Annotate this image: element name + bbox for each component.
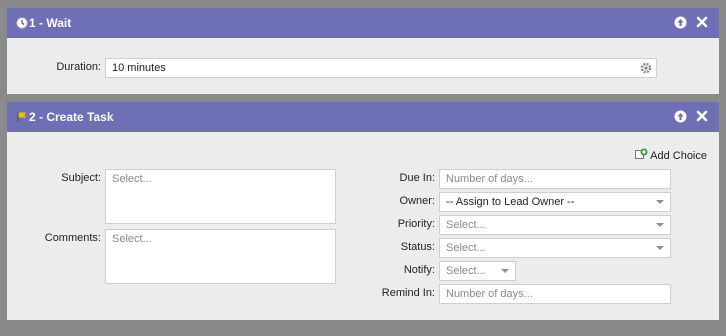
- create-task-panel-header[interactable]: 2 - Create Task: [7, 102, 719, 132]
- add-choice-icon: [635, 148, 648, 163]
- wait-panel-title: 1 - Wait: [29, 16, 72, 30]
- owner-value: -- Assign to Lead Owner --: [446, 196, 575, 208]
- clock-icon: [16, 17, 28, 29]
- priority-label: Priority:: [397, 218, 435, 230]
- close-icon[interactable]: [695, 15, 709, 29]
- owner-select[interactable]: -- Assign to Lead Owner --: [439, 192, 671, 212]
- subject-field[interactable]: Select...: [105, 169, 336, 224]
- status-label: Status:: [400, 241, 435, 253]
- flag-icon: [16, 111, 28, 123]
- comments-placeholder: Select...: [112, 233, 152, 245]
- notify-placeholder: Select...: [446, 265, 486, 277]
- status-placeholder: Select...: [446, 242, 486, 254]
- gear-icon[interactable]: [640, 62, 652, 74]
- close-icon[interactable]: [695, 109, 709, 123]
- notify-label: Notify:: [403, 264, 435, 276]
- add-choice-button[interactable]: Add Choice: [635, 148, 707, 163]
- chevron-down-icon: [656, 246, 664, 250]
- notify-select[interactable]: Select...: [439, 261, 516, 281]
- chevron-down-icon: [656, 200, 664, 204]
- create-task-panel: 2 - Create Task Add Choice Subject: Sele…: [7, 102, 719, 320]
- remind-in-label: Remind In:: [381, 287, 435, 299]
- wait-panel-header[interactable]: 1 - Wait: [7, 8, 719, 38]
- remind-in-input[interactable]: Number of days...: [439, 284, 671, 304]
- add-choice-label: Add Choice: [650, 149, 707, 162]
- wait-panel: 1 - Wait Duration: 10 minutes: [7, 8, 719, 94]
- priority-select[interactable]: Select...: [439, 215, 671, 235]
- due-in-label: Due In:: [399, 172, 435, 184]
- duration-label: Duration:: [56, 61, 101, 73]
- owner-label: Owner:: [399, 195, 435, 207]
- due-in-input[interactable]: Number of days...: [439, 169, 671, 189]
- subject-label: Subject:: [61, 172, 101, 184]
- duration-value: 10 minutes: [112, 62, 166, 74]
- comments-field[interactable]: Select...: [105, 229, 336, 284]
- priority-placeholder: Select...: [446, 219, 486, 231]
- comments-label: Comments:: [44, 232, 101, 244]
- move-up-icon[interactable]: [673, 109, 687, 123]
- create-task-panel-title: 2 - Create Task: [29, 110, 114, 124]
- chevron-down-icon: [501, 269, 509, 273]
- move-up-icon[interactable]: [673, 15, 687, 29]
- duration-input[interactable]: 10 minutes: [105, 58, 657, 78]
- chevron-down-icon: [656, 223, 664, 227]
- due-in-placeholder: Number of days...: [446, 173, 533, 185]
- remind-in-placeholder: Number of days...: [446, 288, 533, 300]
- status-select[interactable]: Select...: [439, 238, 671, 258]
- subject-placeholder: Select...: [112, 173, 152, 185]
